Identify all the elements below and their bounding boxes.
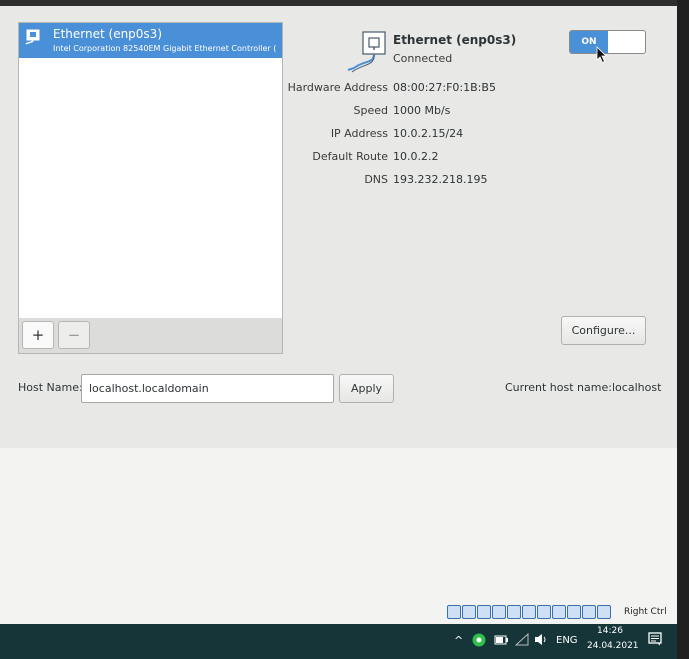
current-host-name-value: localhost bbox=[612, 381, 662, 394]
vm-network-icon[interactable] bbox=[492, 605, 506, 619]
show-hidden-icons-icon[interactable]: ^ bbox=[454, 634, 463, 647]
host-name-input[interactable] bbox=[81, 374, 334, 403]
speed-label: Speed bbox=[353, 104, 388, 117]
device-list: Ethernet (enp0s3) Intel Corporation 8254… bbox=[18, 22, 283, 320]
vm-audio-icon[interactable] bbox=[477, 605, 491, 619]
mouse-cursor-icon bbox=[596, 46, 607, 64]
ethernet-icon bbox=[25, 29, 40, 45]
clock-time[interactable]: 14:26 bbox=[597, 626, 623, 636]
dns-label: DNS bbox=[364, 173, 388, 186]
volume-icon[interactable] bbox=[534, 633, 548, 646]
default-route-value: 10.0.2.2 bbox=[393, 150, 439, 163]
hardware-address-label: Hardware Address bbox=[287, 81, 388, 94]
vm-status-icons bbox=[447, 605, 611, 620]
vm-shared-folder-icon[interactable] bbox=[522, 605, 536, 619]
apply-button[interactable]: Apply bbox=[339, 374, 394, 403]
vm-keyboard-icon[interactable] bbox=[597, 605, 611, 619]
vm-disk-icon[interactable] bbox=[447, 605, 461, 619]
ip-address-value: 10.0.2.15/24 bbox=[393, 127, 464, 140]
vm-recording-icon[interactable] bbox=[552, 605, 566, 619]
dns-value: 193.232.218.195 bbox=[393, 173, 488, 186]
notifications-icon[interactable] bbox=[648, 632, 662, 646]
speed-value: 1000 Mb/s bbox=[393, 104, 451, 117]
remove-device-button[interactable]: − bbox=[58, 321, 90, 349]
device-list-item-subtitle: Intel Corporation 82540EM Gigabit Ethern… bbox=[53, 44, 277, 53]
vm-display-icon[interactable] bbox=[537, 605, 551, 619]
wifi-icon[interactable] bbox=[515, 633, 529, 646]
ethernet-device-icon bbox=[347, 31, 386, 73]
host-name-label: Host Name: bbox=[18, 381, 83, 394]
configure-button[interactable]: Configure... bbox=[561, 316, 646, 345]
default-route-label: Default Route bbox=[312, 150, 388, 163]
add-device-button[interactable]: + bbox=[22, 321, 54, 349]
vm-usb-icon[interactable] bbox=[507, 605, 521, 619]
device-status: Connected bbox=[393, 52, 453, 65]
vm-cpu-icon[interactable] bbox=[567, 605, 581, 619]
clock-date[interactable]: 24.04.2021 bbox=[587, 641, 639, 651]
ip-address-label: IP Address bbox=[330, 127, 388, 140]
device-name: Ethernet (enp0s3) bbox=[393, 33, 517, 47]
window-right-edge bbox=[677, 0, 689, 659]
hardware-address-value: 08:00:27:F0:1B:B5 bbox=[393, 81, 496, 94]
vm-mouse-icon[interactable] bbox=[582, 605, 596, 619]
vm-host-key: Right Ctrl bbox=[624, 607, 667, 617]
lower-empty-area bbox=[0, 448, 677, 624]
device-list-toolbar: + − bbox=[18, 318, 283, 354]
device-list-item-ethernet[interactable]: Ethernet (enp0s3) Intel Corporation 8254… bbox=[19, 23, 282, 58]
language-indicator[interactable]: ENG bbox=[556, 635, 578, 646]
green-app-icon[interactable] bbox=[472, 633, 486, 647]
current-host-name-label: Current host name: bbox=[505, 381, 612, 394]
battery-icon[interactable] bbox=[494, 635, 508, 645]
vm-optical-icon[interactable] bbox=[462, 605, 476, 619]
device-list-item-title: Ethernet (enp0s3) bbox=[53, 27, 162, 41]
